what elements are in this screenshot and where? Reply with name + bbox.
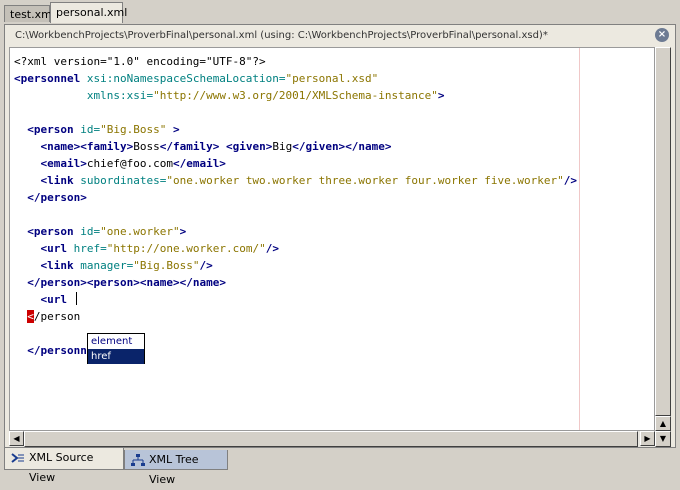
vertical-scrollbar[interactable]: ▲ [655, 47, 671, 431]
scroll-down-button[interactable]: ▼ [655, 431, 671, 447]
horizontal-scroll-thumb[interactable] [24, 431, 638, 447]
scroll-left-button[interactable]: ◀ [9, 431, 24, 446]
val-manager: "Big.Boss" [133, 259, 200, 272]
scroll-up-button[interactable]: ▲ [655, 416, 671, 431]
val-xmlns-xsi: "http://www.w3.org/2001/XMLSchema-instan… [153, 89, 438, 102]
self-close: /> [563, 174, 577, 187]
bracket-close: > [179, 225, 187, 238]
horizontal-scrollbar[interactable]: ◀ ▶ [9, 431, 655, 447]
source-view-icon [11, 453, 24, 463]
right-arrow-icon: ▶ [644, 434, 651, 443]
tag-email-close: </email> [172, 157, 226, 170]
tag-name-close: </name> [345, 140, 392, 153]
code-text[interactable]: <?xml version="1.0" encoding="UTF-8"?> <… [14, 53, 577, 359]
attr-schema-location: xsi:noNamespaceSchemaLocation= [86, 72, 286, 85]
text-given: Big [272, 140, 293, 153]
val-href: "http://one.worker.com/" [106, 242, 266, 255]
tag-person-open-plain: <person> [86, 276, 140, 289]
attr-manager: manager= [80, 259, 134, 272]
tag-name-open: <name> [40, 140, 81, 153]
self-close: /> [199, 259, 213, 272]
scroll-right-button[interactable]: ▶ [640, 431, 655, 446]
autocomplete-item-href[interactable]: href [88, 349, 144, 364]
bracket-close: > [437, 89, 445, 102]
tab-test-xml[interactable]: test.xml [4, 5, 55, 22]
attr-href: href= [73, 242, 107, 255]
tag-family-open: <family> [80, 140, 134, 153]
tab-label: XML Tree View [149, 453, 199, 486]
tag-personnel-open: <personnel [14, 72, 81, 85]
autocomplete-item-element[interactable]: element [88, 334, 144, 349]
file-path-label: C:\WorkbenchProjects\ProverbFinal\person… [15, 30, 548, 41]
tag-given-open: <given> [225, 140, 273, 153]
left-arrow-icon: ◀ [13, 434, 20, 443]
tag-url-open: <url [40, 242, 68, 255]
tab-personal-xml[interactable]: personal.xml [50, 2, 127, 23]
vertical-scroll-thumb[interactable] [655, 47, 671, 416]
error-marker: < [27, 310, 34, 323]
val-schema-location: "personal.xsd" [285, 72, 379, 85]
down-arrow-icon: ▼ [659, 434, 667, 443]
self-close: /> [265, 242, 279, 255]
tag-person-open: <person [27, 225, 74, 238]
tag-link-open: <link [40, 174, 74, 187]
up-arrow-icon: ▲ [659, 419, 667, 428]
text-family: Boss [133, 140, 160, 153]
tab-xml-source-view[interactable]: XML Source View [4, 448, 124, 484]
attr-id: id= [80, 123, 101, 136]
tag-person-open: <person [27, 123, 74, 136]
text-caret [75, 292, 77, 305]
tab-label: XML Source View [29, 451, 94, 484]
tag-person-close: </person> [27, 191, 87, 204]
attr-subordinates: subordinates= [80, 174, 167, 187]
bracket-close: > [172, 123, 180, 136]
tree-view-icon [131, 454, 145, 466]
tag-family-close: </family> [159, 140, 220, 153]
text-person-close-partial: /person [33, 310, 81, 323]
tag-email-open: <email> [40, 157, 87, 170]
val-subordinates: "one.worker two.worker three.worker four… [166, 174, 564, 187]
xml-declaration: <?xml version="1.0" encoding="UTF-8"?> [14, 55, 266, 68]
tag-given-close: </given> [292, 140, 346, 153]
xml-source-editor[interactable]: <?xml version="1.0" encoding="UTF-8"?> <… [9, 47, 655, 431]
tab-xml-tree-view[interactable]: XML Tree View [124, 450, 228, 486]
view-tabbar: XML Source View XML Tree View [4, 448, 676, 486]
tag-person-close: </person> [27, 276, 87, 289]
document-tabbar: test.xml personal.xml [0, 0, 680, 24]
attr-xmlns-xsi: xmlns:xsi= [86, 89, 154, 102]
tag-name-empty: <name></name> [139, 276, 226, 289]
val-one-worker: "one.worker" [100, 225, 180, 238]
print-margin-line [579, 48, 580, 430]
close-editor-button[interactable]: × [655, 28, 669, 42]
tag-link-open: <link [40, 259, 74, 272]
tag-url-typing: <url [40, 293, 74, 306]
attr-id: id= [80, 225, 101, 238]
autocomplete-popup: element href [87, 333, 145, 364]
text-email: chief@foo.com [86, 157, 173, 170]
val-big-boss: "Big.Boss" [100, 123, 167, 136]
editor-panel: C:\WorkbenchProjects\ProverbFinal\person… [4, 24, 676, 448]
close-icon: × [657, 29, 667, 40]
